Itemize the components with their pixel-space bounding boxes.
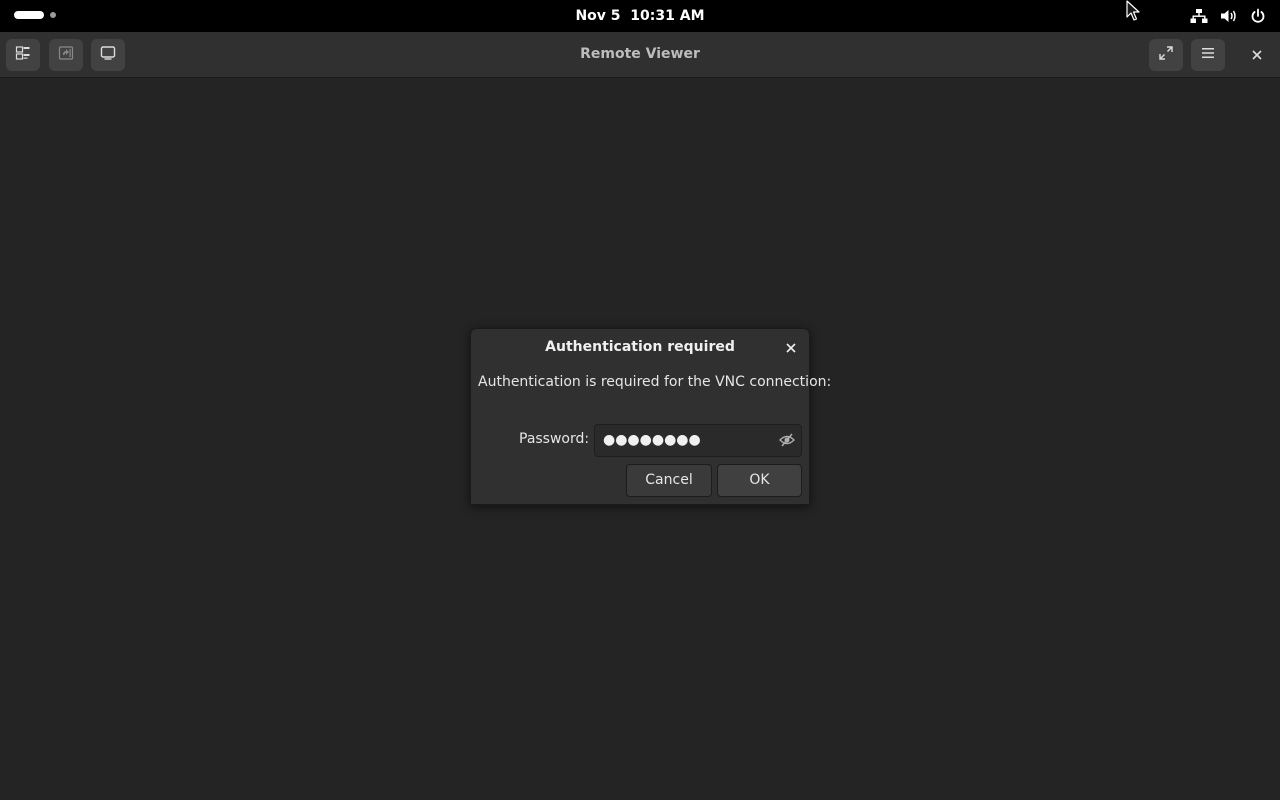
volume-icon[interactable] [1220,8,1238,24]
system-tray[interactable] [1190,0,1266,32]
password-value: ●●●●●●●● [603,432,701,448]
clock-date[interactable]: Nov 5 [575,8,620,24]
password-field[interactable]: ●●●●●●●● [594,424,802,457]
dialog-message: Authentication is required for the VNC c… [478,374,832,390]
cancel-button[interactable]: Cancel [626,464,712,497]
workspace-indicator [50,12,56,18]
power-icon[interactable] [1250,8,1266,24]
authentication-dialog: Authentication required Authentication i… [470,328,831,505]
main-menu-button[interactable] [1191,39,1225,71]
fullscreen-icon [1158,45,1174,65]
clock-time[interactable]: 10:31 AM [630,8,704,24]
close-icon [786,338,796,357]
show-password-icon[interactable] [779,432,795,452]
close-icon [1251,46,1263,65]
clock: Nov 5 10:31 AM [0,0,1280,32]
network-wired-icon[interactable] [1190,8,1208,24]
header-bar: Remote Viewer [0,32,1280,78]
password-label: Password: [519,431,590,447]
mouse-pointer-icon [1126,0,1140,26]
top-bar: Nov 5 10:31 AM [0,0,1280,32]
window-title: Remote Viewer [580,46,700,62]
dialog-title: Authentication required [545,339,735,355]
dialog-close-button[interactable] [783,339,799,355]
window-close-button[interactable] [1240,39,1274,71]
workspace-indicator-active [14,11,44,19]
activities-button[interactable] [14,11,56,19]
hamburger-menu-icon [1200,45,1216,65]
fullscreen-button[interactable] [1149,39,1183,71]
ok-button[interactable]: OK [717,464,802,497]
